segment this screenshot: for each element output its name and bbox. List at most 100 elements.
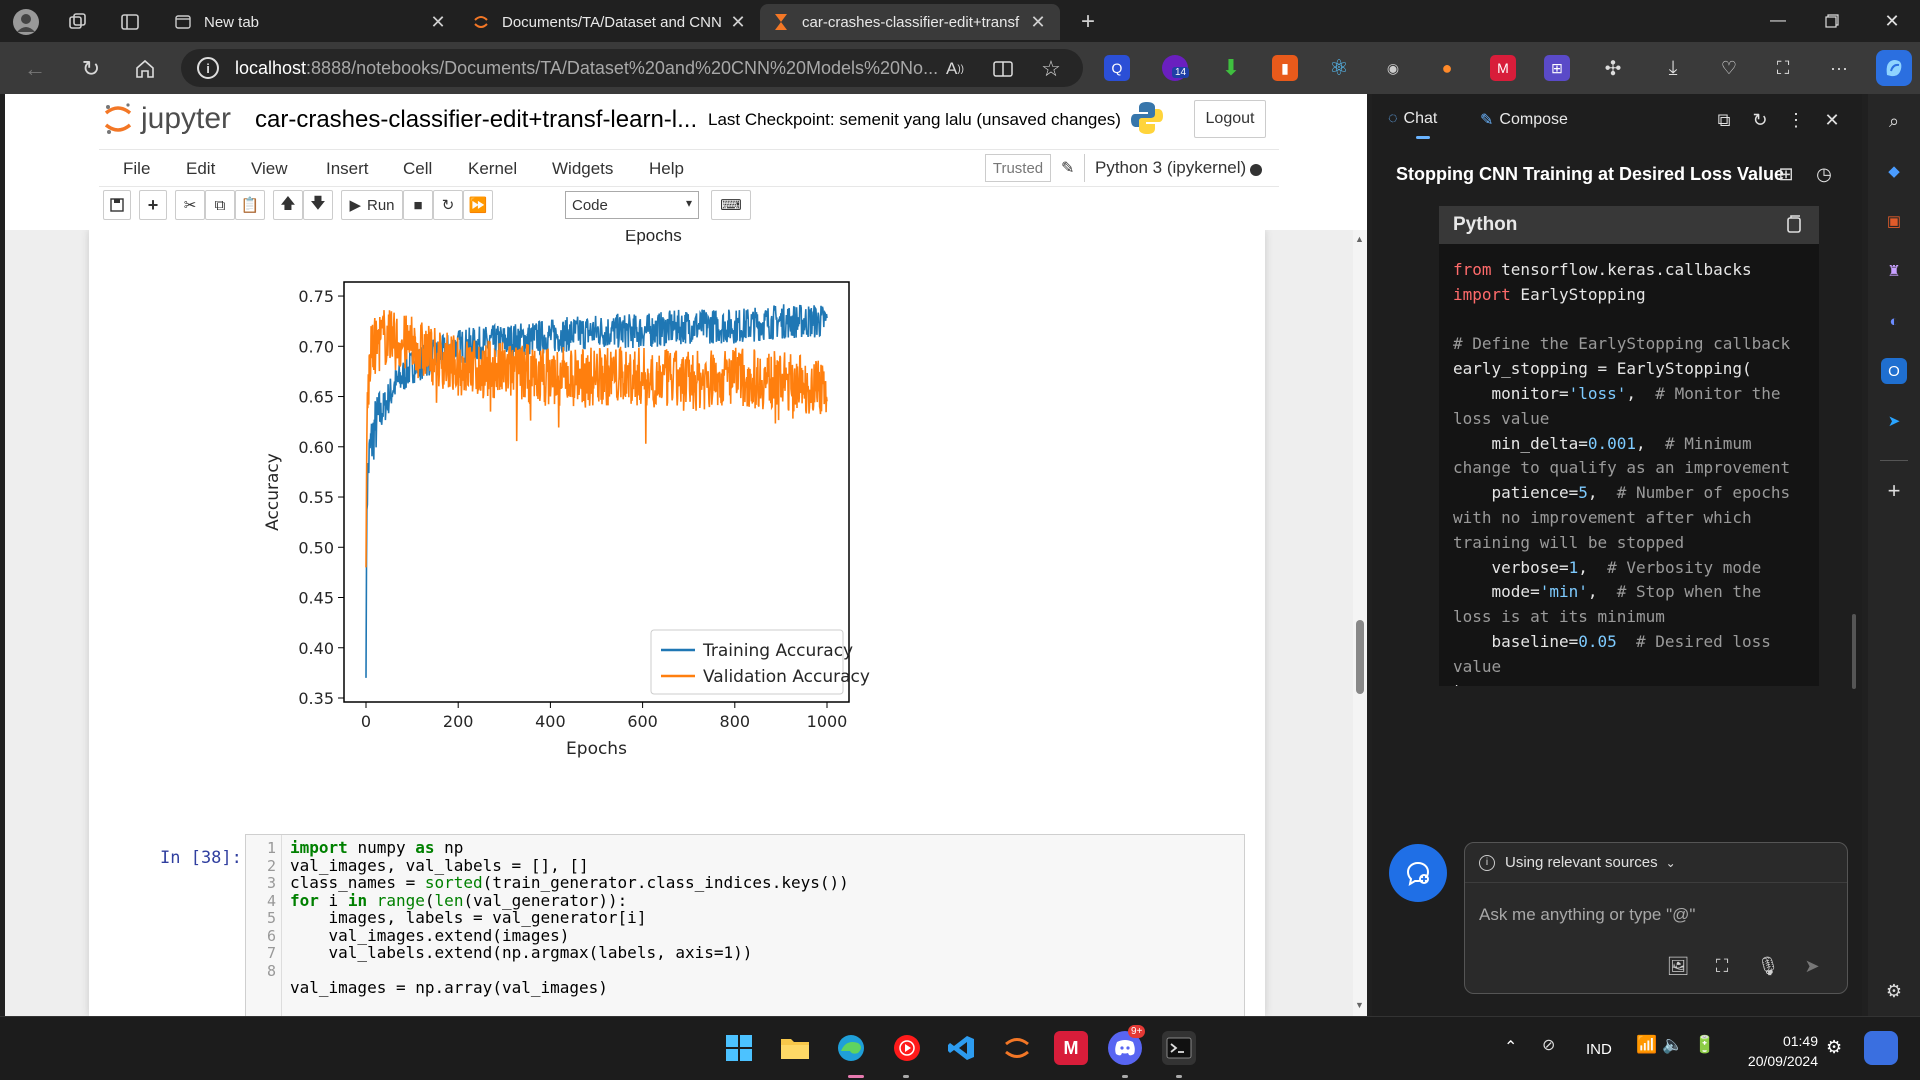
- react-devtools-icon[interactable]: ⚛: [1326, 55, 1352, 81]
- search-icon[interactable]: ⌕: [1881, 108, 1907, 134]
- close-panel-icon[interactable]: ✕: [1820, 108, 1844, 132]
- panel-scrollbar[interactable]: [1852, 614, 1856, 689]
- reader-view-icon[interactable]: [988, 54, 1018, 84]
- copilot-icon[interactable]: [1876, 50, 1912, 86]
- extension-chart-icon[interactable]: ▮: [1272, 55, 1298, 81]
- save-button[interactable]: [103, 190, 131, 220]
- network-off-icon[interactable]: ⊘: [1542, 1035, 1555, 1055]
- youtube-music-icon[interactable]: [890, 1031, 924, 1065]
- menu-edit[interactable]: Edit: [186, 159, 215, 179]
- browser-essentials-icon[interactable]: ♡: [1716, 55, 1742, 81]
- code-cell[interactable]: 12345678 import numpy as np val_images, v…: [245, 834, 1245, 1016]
- close-tab-icon[interactable]: ✕: [1028, 12, 1048, 33]
- scroll-up-icon[interactable]: ▲: [1355, 234, 1364, 244]
- chat-input[interactable]: Ask me anything or type "@": [1479, 905, 1695, 925]
- new-tab-plus-icon[interactable]: +: [1074, 8, 1102, 36]
- menu-help[interactable]: Help: [649, 159, 684, 179]
- copy-icon[interactable]: [1785, 214, 1805, 236]
- extension-badge-icon[interactable]: 14: [1162, 55, 1190, 81]
- trusted-indicator[interactable]: Trusted: [985, 154, 1051, 182]
- edit-pencil-icon[interactable]: ✎: [1061, 158, 1074, 178]
- read-aloud-icon[interactable]: A)): [940, 54, 970, 84]
- settings-gear-icon[interactable]: ⚙: [1881, 978, 1907, 1004]
- more-options-icon[interactable]: ⋮: [1784, 108, 1808, 132]
- battery-icon[interactable]: 🔋: [1694, 1035, 1715, 1055]
- close-tab-icon[interactable]: ✕: [728, 12, 748, 33]
- open-in-new-icon[interactable]: ⧉: [1712, 108, 1736, 132]
- add-app-icon[interactable]: +: [1881, 478, 1907, 504]
- close-window-icon[interactable]: ✕: [1870, 6, 1914, 36]
- menu-cell[interactable]: Cell: [403, 159, 432, 179]
- cut-button[interactable]: ✂: [175, 190, 205, 220]
- vscode-icon[interactable]: [944, 1031, 978, 1065]
- move-down-button[interactable]: 🡇: [303, 190, 333, 220]
- discord-icon[interactable]: 9+: [1108, 1025, 1146, 1065]
- copilot-app-icon[interactable]: ◐: [1881, 308, 1907, 334]
- tab-new-tab[interactable]: New tab ✕: [162, 4, 460, 40]
- extension-game-icon[interactable]: ⊞: [1544, 55, 1570, 81]
- edge-browser-icon[interactable]: [834, 1031, 868, 1065]
- workspaces-icon[interactable]: [64, 8, 92, 36]
- copilot-taskbar-icon[interactable]: [1864, 1031, 1898, 1065]
- profile-avatar[interactable]: [12, 8, 40, 36]
- terminal-icon[interactable]: [1162, 1031, 1196, 1065]
- camera-icon[interactable]: ◉: [1380, 55, 1406, 81]
- logout-button[interactable]: Logout: [1194, 100, 1266, 138]
- favorite-star-icon[interactable]: ☆: [1036, 54, 1066, 84]
- paste-button[interactable]: 📋: [235, 190, 265, 220]
- chat-input-box[interactable]: i Using relevant sources ⌄ Ask me anythi…: [1464, 842, 1848, 994]
- plugins-icon[interactable]: ⊞: [1774, 162, 1798, 186]
- send-tab-icon[interactable]: ➤: [1881, 408, 1907, 434]
- refresh-icon[interactable]: ↻: [76, 54, 106, 84]
- extensions-puzzle-icon[interactable]: ✣: [1600, 55, 1626, 81]
- tab-documents[interactable]: Documents/TA/Dataset and CNN ✕: [460, 4, 760, 40]
- menu-insert[interactable]: Insert: [326, 159, 369, 179]
- menu-view[interactable]: View: [251, 159, 288, 179]
- notebook-title[interactable]: car-crashes-classifier-edit+transf-learn…: [255, 106, 697, 134]
- maximize-icon[interactable]: [1810, 6, 1854, 36]
- notifications-icon[interactable]: ⚙: [1826, 1037, 1842, 1058]
- restart-button[interactable]: ↻: [433, 190, 463, 220]
- input-language[interactable]: IND: [1586, 1041, 1612, 1058]
- image-upload-icon[interactable]: 🖼: [1665, 953, 1691, 979]
- kernel-name[interactable]: Python 3 (ipykernel): [1095, 158, 1246, 178]
- site-info-icon[interactable]: i: [197, 57, 219, 79]
- microphone-icon[interactable]: 🎙: [1755, 953, 1781, 979]
- games-icon[interactable]: ♜: [1881, 258, 1907, 284]
- menu-file[interactable]: File: [123, 159, 150, 179]
- jupyter-logo[interactable]: jupyter: [103, 102, 231, 136]
- windows-start-icon[interactable]: [722, 1031, 756, 1065]
- screenshot-icon[interactable]: ⛶: [1770, 55, 1796, 81]
- clock[interactable]: 01:49 20/09/2024: [1738, 1031, 1818, 1071]
- command-palette-button[interactable]: ⌨: [711, 190, 751, 220]
- copy-button[interactable]: ⧉: [205, 190, 235, 220]
- back-icon[interactable]: ←: [20, 54, 50, 84]
- shopping-tag-icon[interactable]: ◆: [1881, 158, 1907, 184]
- volume-icon[interactable]: 🔈: [1662, 1035, 1683, 1055]
- tools-icon[interactable]: ▣: [1881, 208, 1907, 234]
- screenshot-capture-icon[interactable]: ⛶: [1709, 953, 1735, 979]
- minimize-icon[interactable]: —: [1756, 6, 1800, 36]
- insert-cell-button[interactable]: +: [139, 190, 167, 220]
- wifi-icon[interactable]: 📶: [1636, 1035, 1657, 1055]
- extension-q-icon[interactable]: Q: [1104, 55, 1130, 81]
- menu-kernel[interactable]: Kernel: [468, 159, 517, 179]
- send-icon[interactable]: ➤: [1799, 953, 1825, 979]
- more-options-icon[interactable]: ···: [1826, 55, 1852, 81]
- cell-type-select[interactable]: Code ▾: [565, 191, 699, 219]
- notebook-scrollbar[interactable]: ▲ ▼: [1353, 230, 1367, 1016]
- menu-widgets[interactable]: Widgets: [552, 159, 613, 179]
- outlook-icon[interactable]: O: [1881, 358, 1907, 384]
- jupyter-app-icon[interactable]: [1000, 1031, 1034, 1065]
- new-chat-button[interactable]: [1389, 844, 1447, 902]
- close-tab-icon[interactable]: ✕: [428, 12, 448, 33]
- interrupt-button[interactable]: ■: [403, 190, 433, 220]
- downloads-icon[interactable]: ⤓: [1660, 55, 1686, 81]
- home-icon[interactable]: [130, 54, 160, 84]
- scroll-down-icon[interactable]: ▼: [1355, 1000, 1364, 1010]
- move-up-button[interactable]: 🡅: [273, 190, 303, 220]
- tab-chat[interactable]: ◌ Chat: [1388, 110, 1437, 128]
- restart-run-all-button[interactable]: ⏩: [463, 190, 493, 220]
- run-button[interactable]: ▶ Run: [341, 190, 403, 220]
- tab-car-crashes[interactable]: car-crashes-classifier-edit+transf ✕: [760, 4, 1060, 40]
